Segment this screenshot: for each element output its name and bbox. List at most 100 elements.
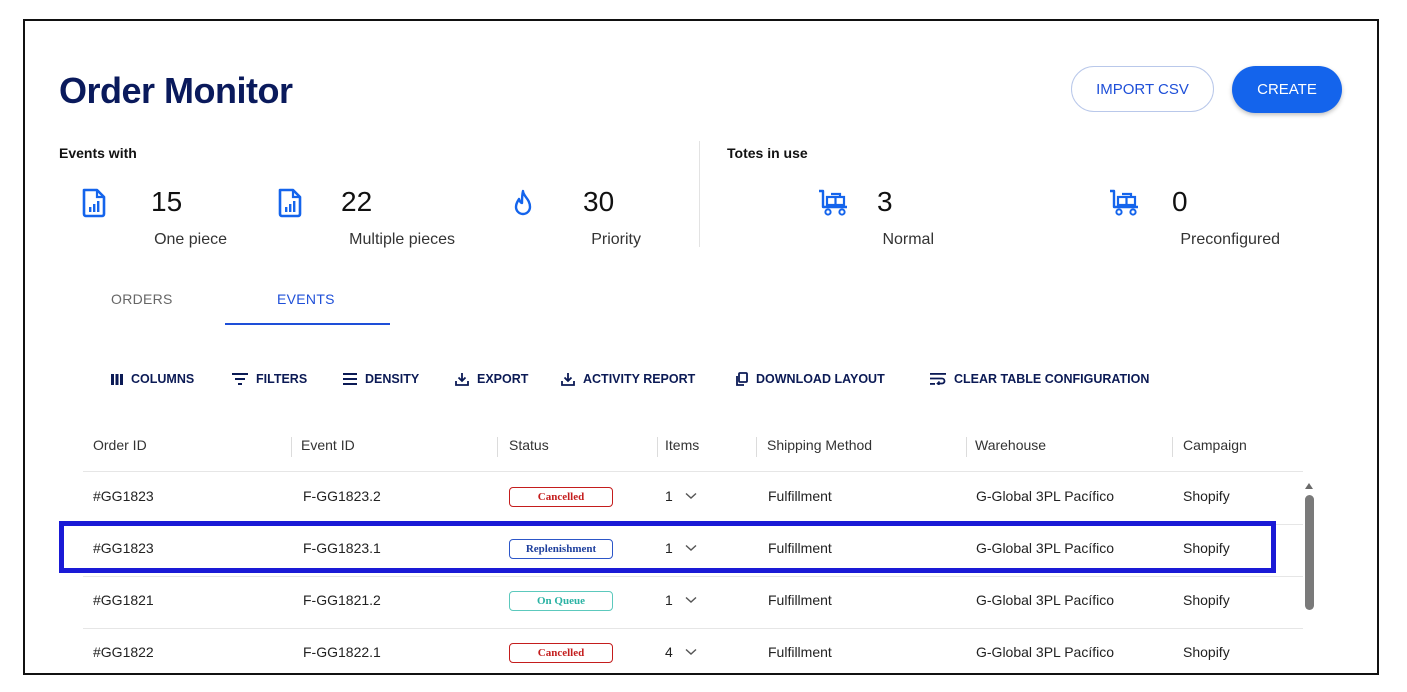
create-button[interactable]: CREATE [1232, 66, 1342, 113]
filters-label: FILTERS [256, 372, 308, 386]
cart-icon [1108, 188, 1142, 223]
items-cell[interactable]: 1 [665, 592, 697, 608]
column-header-items[interactable]: Items [665, 437, 699, 453]
stat-label: One piece [154, 231, 227, 248]
tab-orders[interactable]: ORDERS [111, 291, 173, 307]
event-id-cell: F-GG1823.1 [303, 540, 381, 556]
clear-table-configuration-label: CLEAR TABLE CONFIGURATION [954, 372, 1150, 386]
export-label: EXPORT [477, 372, 529, 386]
download-icon [561, 373, 575, 386]
column-separator[interactable] [291, 437, 292, 457]
column-header-warehouse[interactable]: Warehouse [975, 437, 1046, 453]
stat-value: 0 [1172, 186, 1188, 217]
warehouse-cell: G-Global 3PL Pacífico [976, 592, 1114, 608]
copy-document-icon [736, 372, 748, 386]
status-badge: Cancelled [509, 487, 613, 507]
page-title: Order Monitor [59, 70, 293, 111]
items-cell[interactable]: 1 [665, 488, 697, 504]
shipping-method-cell: Fulfillment [768, 540, 832, 556]
column-separator[interactable] [966, 437, 967, 457]
event-id-cell: F-GG1823.2 [303, 488, 381, 504]
event-id-cell: F-GG1821.2 [303, 592, 381, 608]
status-badge: On Queue [509, 591, 613, 611]
items-cell[interactable]: 1 [665, 540, 697, 556]
import-csv-button[interactable]: IMPORT CSV [1071, 66, 1214, 112]
status-badge: Replenishment [509, 539, 613, 559]
filter-icon [232, 373, 248, 385]
download-layout-label: DOWNLOAD LAYOUT [756, 372, 885, 386]
items-count: 4 [665, 644, 673, 660]
column-separator[interactable] [497, 437, 498, 457]
totes-section-label: Totes in use [727, 145, 808, 161]
columns-label: COLUMNS [131, 372, 195, 386]
campaign-cell: Shopify [1183, 592, 1230, 608]
table-row[interactable]: #GG1823 F-GG1823.1 Replenishment 1 Fulfi… [83, 524, 1303, 577]
warehouse-cell: G-Global 3PL Pacífico [976, 540, 1114, 556]
flame-icon [511, 188, 535, 223]
column-separator[interactable] [657, 437, 658, 457]
column-header-shipping-method[interactable]: Shipping Method [767, 437, 872, 453]
download-icon [455, 373, 469, 386]
column-separator[interactable] [756, 437, 757, 457]
order-id-cell: #GG1822 [93, 644, 154, 660]
columns-button[interactable]: COLUMNS [111, 372, 194, 386]
table-row[interactable]: #GG1823 F-GG1823.2 Cancelled 1 Fulfillme… [83, 472, 1303, 525]
cart-icon [817, 188, 851, 223]
column-header-campaign[interactable]: Campaign [1183, 437, 1247, 453]
chevron-down-icon [685, 648, 697, 655]
order-id-cell: #GG1821 [93, 592, 154, 608]
column-header-order-id[interactable]: Order ID [93, 437, 147, 453]
chevron-down-icon [685, 596, 697, 603]
density-button[interactable]: DENSITY [343, 372, 419, 386]
document-chart-icon [81, 188, 107, 223]
stat-label: Multiple pieces [349, 231, 455, 248]
campaign-cell: Shopify [1183, 540, 1230, 556]
document-chart-icon [277, 188, 303, 223]
download-layout-button[interactable]: DOWNLOAD LAYOUT [736, 372, 885, 386]
filters-button[interactable]: FILTERS [232, 372, 307, 386]
export-button[interactable]: EXPORT [455, 372, 528, 386]
order-id-cell: #GG1823 [93, 540, 154, 556]
order-id-cell: #GG1823 [93, 488, 154, 504]
events-section-label: Events with [59, 145, 137, 161]
warehouse-cell: G-Global 3PL Pacífico [976, 644, 1114, 660]
column-header-status[interactable]: Status [509, 437, 549, 453]
section-divider [699, 141, 700, 247]
items-count: 1 [665, 488, 673, 504]
chevron-down-icon [685, 544, 697, 551]
shipping-method-cell: Fulfillment [768, 644, 832, 660]
column-header-event-id[interactable]: Event ID [301, 437, 355, 453]
clear-table-configuration-button[interactable]: CLEAR TABLE CONFIGURATION [930, 372, 1149, 386]
density-icon [343, 373, 357, 385]
items-count: 1 [665, 592, 673, 608]
active-tab-indicator [225, 323, 390, 325]
stat-label: Normal [882, 231, 934, 248]
order-monitor-panel: Order Monitor IMPORT CSV CREATE Events w… [23, 19, 1379, 675]
table-row[interactable]: #GG1821 F-GG1821.2 On Queue 1 Fulfillmen… [83, 576, 1303, 629]
stat-label: Preconfigured [1180, 231, 1280, 248]
wrap-text-icon [930, 373, 946, 385]
table-row[interactable]: #GG1822 F-GG1822.1 Cancelled 4 Fulfillme… [83, 628, 1303, 673]
shipping-method-cell: Fulfillment [768, 488, 832, 504]
items-cell[interactable]: 4 [665, 644, 697, 660]
vertical-scrollbar-thumb[interactable] [1305, 495, 1314, 610]
status-badge: Cancelled [509, 643, 613, 663]
density-label: DENSITY [365, 372, 420, 386]
column-separator[interactable] [1172, 437, 1173, 457]
stat-label: Priority [591, 231, 641, 248]
stat-value: 3 [877, 186, 893, 217]
campaign-cell: Shopify [1183, 644, 1230, 660]
event-id-cell: F-GG1822.1 [303, 644, 381, 660]
columns-icon [111, 373, 123, 385]
stat-value: 15 [151, 186, 183, 217]
activity-report-button[interactable]: ACTIVITY REPORT [561, 372, 695, 386]
stat-value: 22 [341, 186, 373, 217]
chevron-down-icon [685, 492, 697, 499]
tab-events[interactable]: EVENTS [277, 291, 335, 307]
scroll-up-arrow-icon[interactable] [1304, 477, 1314, 495]
campaign-cell: Shopify [1183, 488, 1230, 504]
stat-value: 30 [583, 186, 615, 217]
shipping-method-cell: Fulfillment [768, 592, 832, 608]
activity-report-label: ACTIVITY REPORT [583, 372, 696, 386]
items-count: 1 [665, 540, 673, 556]
